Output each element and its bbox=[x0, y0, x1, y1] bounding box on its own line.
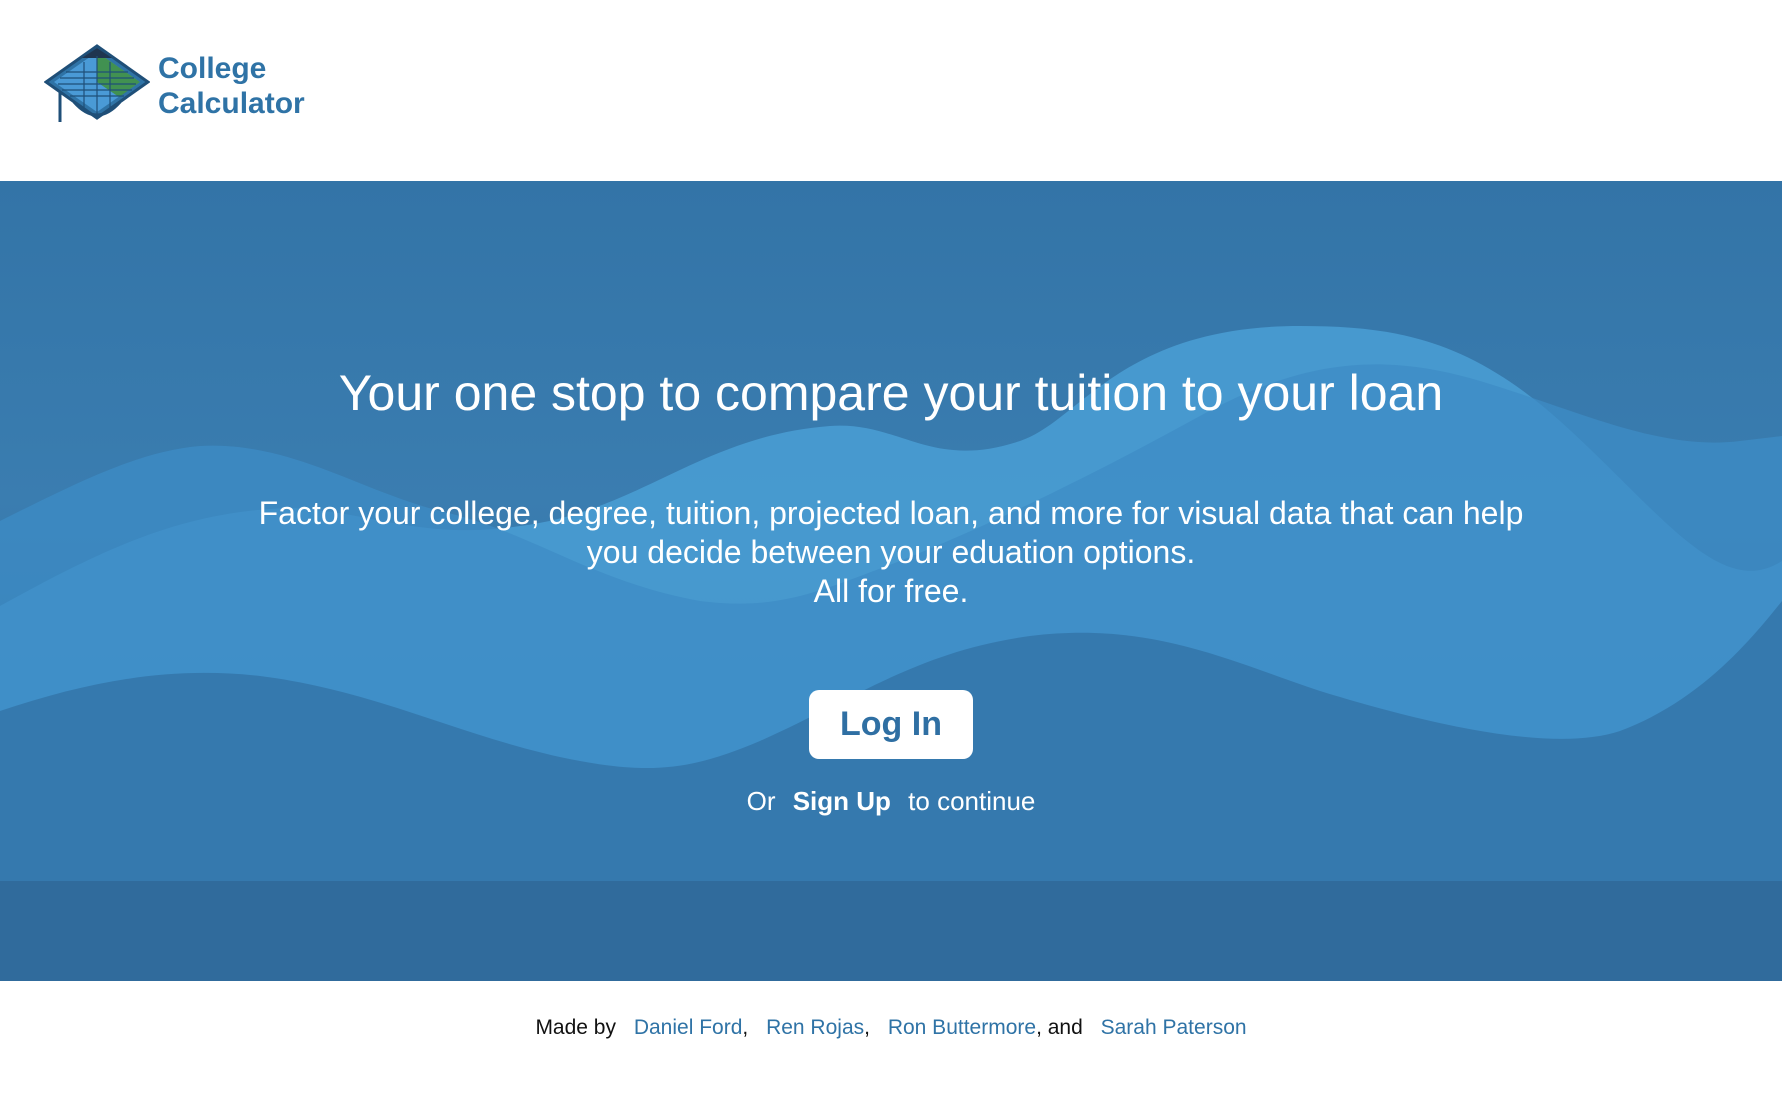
hero-subtitle-line1: Factor your college, degree, tuition, pr… bbox=[258, 495, 1524, 531]
author-separator: , bbox=[864, 1016, 870, 1039]
login-button[interactable]: Log In bbox=[809, 690, 973, 759]
hero-subtitle-line3: All for free. bbox=[813, 573, 969, 609]
signup-link[interactable]: Sign Up bbox=[793, 786, 891, 816]
hero-subtitle: Factor your college, degree, tuition, pr… bbox=[141, 494, 1641, 611]
made-by-label: Made by bbox=[535, 1016, 616, 1039]
author-separator: , bbox=[742, 1016, 749, 1039]
site-header: College Calculator bbox=[0, 0, 1782, 181]
continue-text: to continue bbox=[908, 786, 1036, 816]
author-link-ren-rojas[interactable]: Ren Rojas bbox=[766, 1016, 864, 1039]
author-link-daniel-ford[interactable]: Daniel Ford bbox=[634, 1016, 743, 1039]
author-link-ron-buttermore[interactable]: Ron Buttermore bbox=[888, 1016, 1036, 1039]
hero-section: Your one stop to compare your tuition to… bbox=[0, 181, 1782, 981]
brand-name-line1: College bbox=[158, 52, 267, 85]
author-link-sarah-paterson[interactable]: Sarah Paterson bbox=[1101, 1016, 1247, 1039]
credits: Made by Daniel Ford, Ren Rojas, Ron Butt… bbox=[0, 1013, 1782, 1043]
or-text: Or bbox=[746, 786, 776, 816]
site-footer: Made by Daniel Ford, Ren Rojas, Ron Butt… bbox=[0, 981, 1782, 1094]
author-separator: , and bbox=[1036, 1016, 1083, 1039]
hero-title: Your one stop to compare your tuition to… bbox=[338, 365, 1444, 421]
brand-name-line2: Calculator bbox=[158, 87, 305, 120]
graduation-cap-calculator-icon bbox=[44, 44, 150, 122]
brand-logo-link[interactable]: College Calculator bbox=[44, 44, 305, 128]
brand-name: College Calculator bbox=[158, 51, 305, 121]
hero-subtitle-line2: you decide between your eduation options… bbox=[586, 534, 1196, 570]
signup-prompt: Or Sign Up to continue bbox=[0, 782, 1782, 820]
